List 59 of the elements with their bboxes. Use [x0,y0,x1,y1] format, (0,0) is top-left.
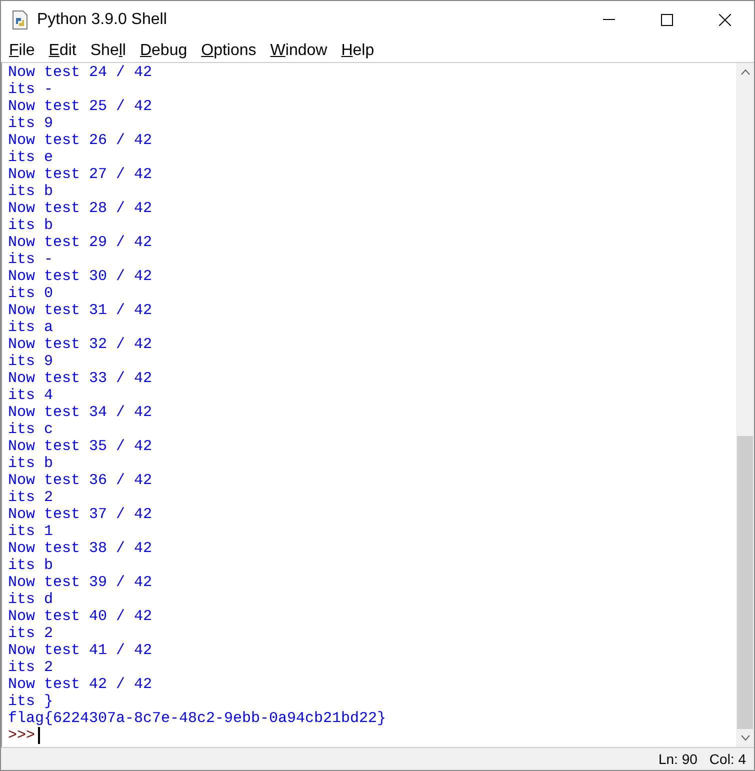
menu-item[interactable]: Options [201,42,256,58]
menu-item[interactable]: Edit [48,42,76,58]
line-number: Ln: 90 [658,750,698,768]
scrollbar-thumb[interactable] [737,436,753,729]
scrollbar[interactable] [736,63,754,747]
output-line: Now test 40 / 42 [8,608,152,625]
output-line: its - [8,81,54,98]
output-line: its 2 [8,659,54,676]
output-line: Now test 36 / 42 [8,472,152,489]
window-title: Python 3.9.0 Shell [37,10,167,30]
output-line: its 1 [8,523,54,540]
output-line: Now test 33 / 42 [8,370,152,387]
output-line: Now test 41 / 42 [8,642,152,659]
menu-item[interactable]: Shell [90,42,126,58]
minimize-icon [603,19,615,21]
column-number: Col: 4 [709,750,746,768]
output-line: Now test 29 / 42 [8,234,152,251]
scroll-down-icon[interactable] [740,735,750,741]
output-line: its 2 [8,489,54,506]
prompt: >>> [8,727,36,744]
menu-item[interactable]: Debug [140,42,188,58]
output-line: Now test 34 / 42 [8,404,152,421]
close-icon [719,14,731,26]
output-line: Now test 26 / 42 [8,132,152,149]
output-line: Now test 38 / 42 [8,540,152,557]
menu-item[interactable]: Help [341,42,374,58]
output-line: its } [8,693,54,710]
menu-item[interactable]: Window [270,42,328,58]
output-line: Now test 39 / 42 [8,574,152,591]
output-line: Now test 30 / 42 [8,268,152,285]
text-cursor [38,727,40,744]
output-line: its b [8,455,54,472]
python-file-icon [11,10,29,30]
output-line: its 9 [8,115,54,132]
output-line: its c [8,421,54,438]
output-line: its a [8,319,54,336]
output-line: its 2 [8,625,54,642]
output-line: its b [8,217,54,234]
scroll-up-icon[interactable] [740,69,750,75]
output-line: Now test 24 / 42 [8,64,152,81]
output-line: Now test 27 / 42 [8,166,152,183]
output-line: Now test 32 / 42 [8,336,152,353]
output-line: its 0 [8,285,54,302]
maximize-icon [661,14,673,26]
output-line: its - [8,251,54,268]
output-line: its b [8,183,54,200]
output-line: flag{6224307a-8c7e-48c2-9ebb-0a94cb21bd22} [8,710,386,727]
menu-item[interactable]: File [9,42,35,58]
output-line: Now test 35 / 42 [8,438,152,455]
output-line: its 9 [8,353,54,370]
output-line: Now test 28 / 42 [8,200,152,217]
output-line: its d [8,591,54,608]
output-line: its e [8,149,54,166]
output-line: Now test 42 / 42 [8,676,152,693]
output-line: Now test 31 / 42 [8,302,152,319]
output-line: Now test 37 / 42 [8,506,152,523]
output-line: Now test 25 / 42 [8,98,152,115]
output-line: its b [8,557,54,574]
output-line: its 4 [8,387,54,404]
